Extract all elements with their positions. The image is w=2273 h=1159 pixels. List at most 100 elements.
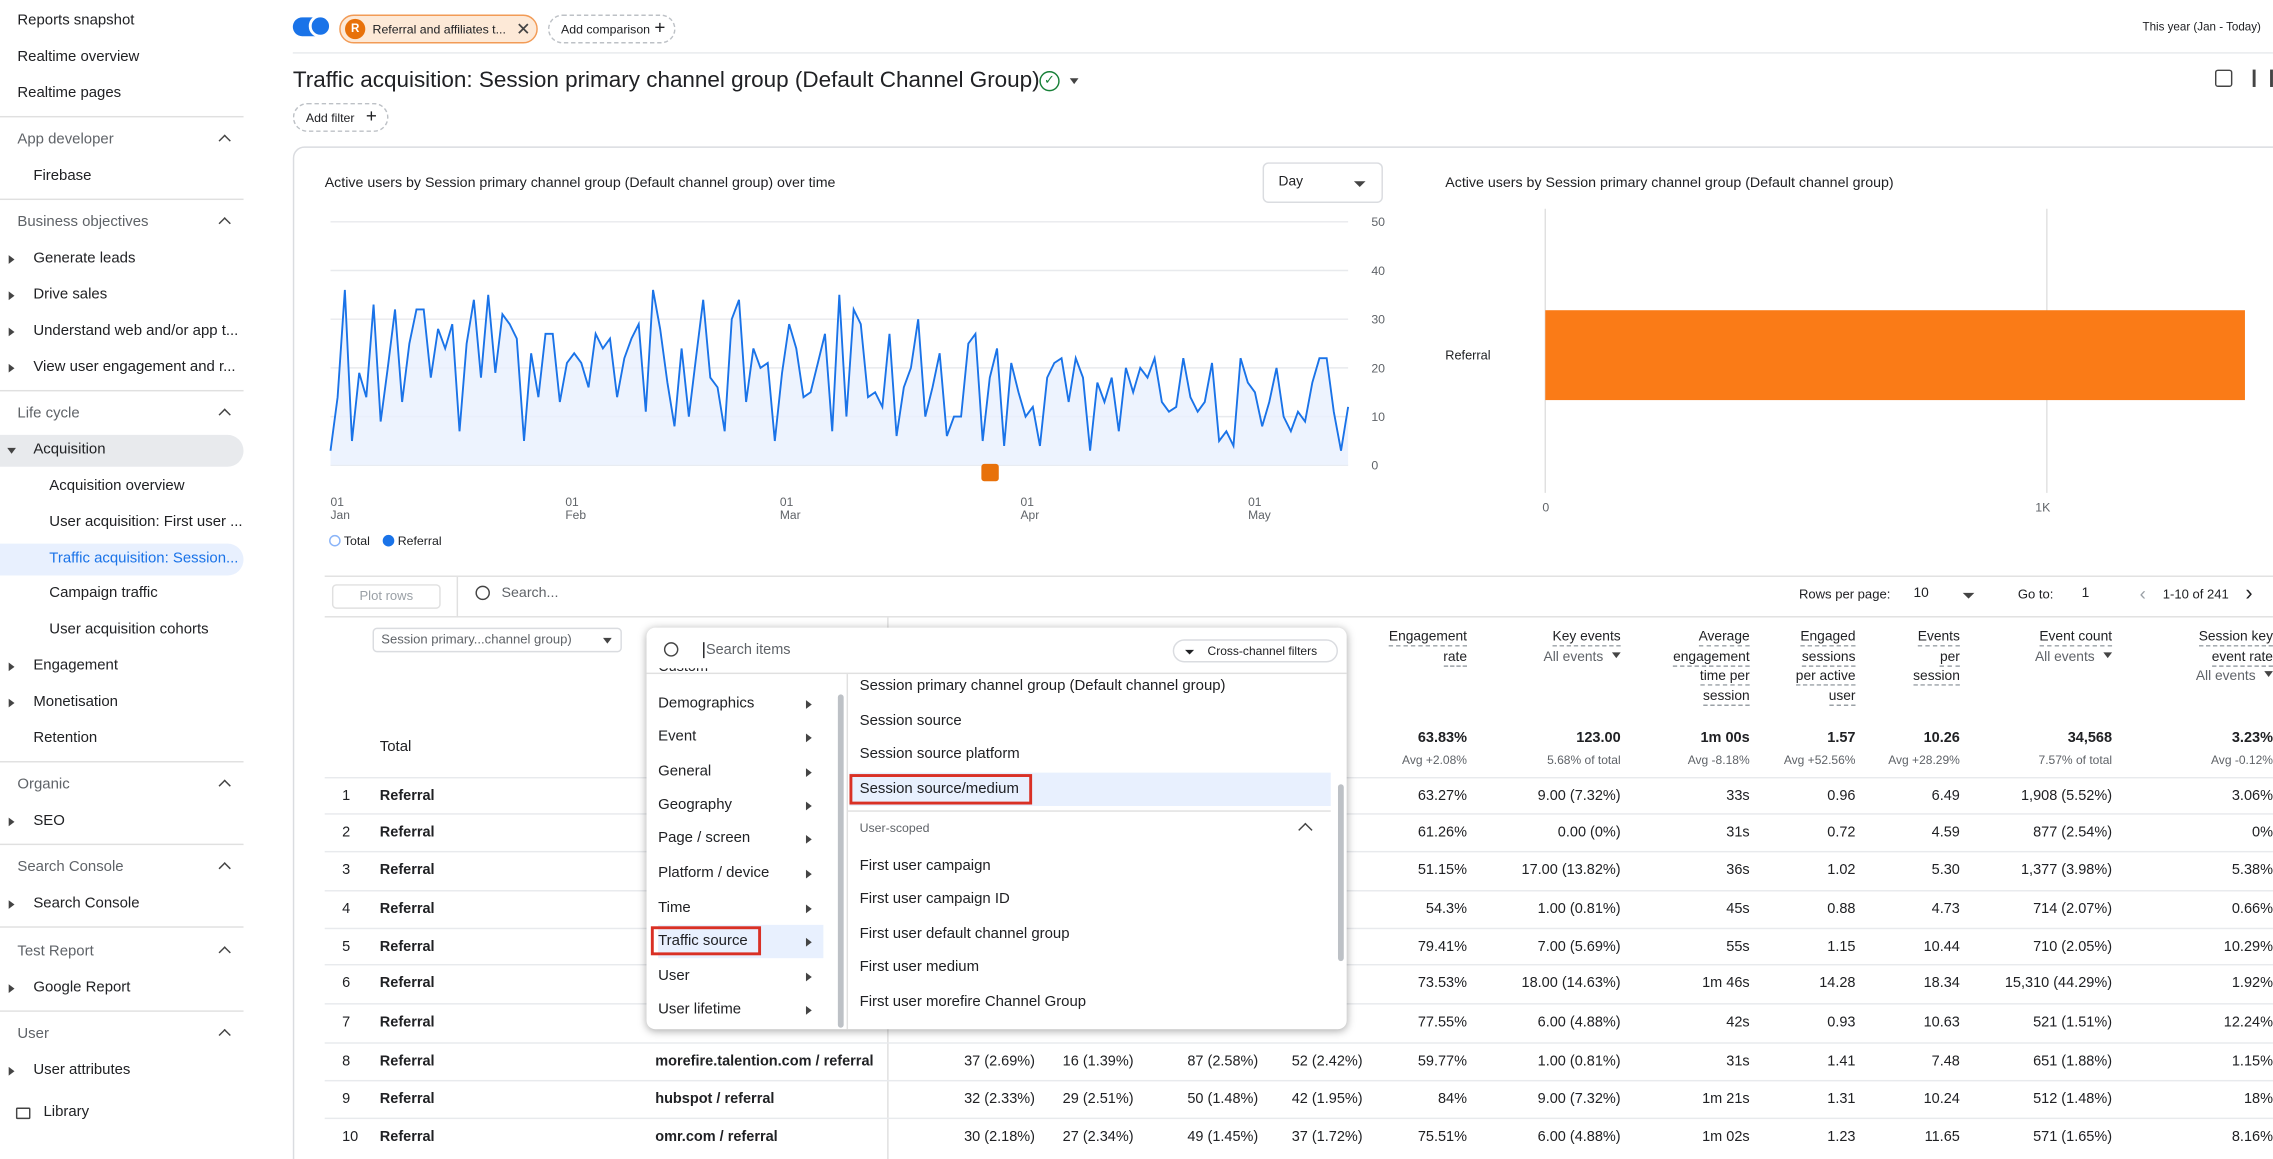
column-header-line: user [1696, 686, 1856, 706]
compare-icon[interactable] [2252, 69, 2273, 87]
nav-realtime-pages[interactable]: Realtime pages [0, 78, 244, 110]
nav-user-acquisition-cohorts[interactable]: User acquisition cohorts [0, 615, 244, 647]
category-item[interactable]: Event [658, 720, 823, 753]
nav-retention[interactable]: Retention [0, 723, 244, 755]
chevron-right-icon [805, 904, 812, 914]
category-item[interactable]: Time [658, 892, 823, 925]
add-filter-button[interactable]: Add filter + [292, 102, 389, 132]
dimension-option[interactable]: First user morefire Channel Group [860, 986, 1086, 1019]
customize-report-icon[interactable] [2214, 69, 2233, 87]
row-metric: 5.30 [1931, 862, 1960, 879]
sidebar-item-label: Acquisition [33, 442, 106, 459]
section-app-developer[interactable]: App developer [0, 125, 244, 157]
category-item[interactable]: Demographics [658, 687, 823, 720]
next-page-icon[interactable]: › [2245, 583, 2252, 605]
nav-reports-snapshot[interactable]: Reports snapshot [0, 6, 244, 38]
options-scrollbar[interactable] [1337, 784, 1344, 962]
category-item[interactable]: User [658, 960, 823, 993]
column-header[interactable]: Session key event rate All events [2114, 628, 2273, 687]
dimension-select[interactable]: Session primary...channel group) [372, 627, 622, 653]
category-item[interactable]: User lifetime [658, 993, 823, 1026]
section-search-console[interactable]: Search Console [0, 852, 244, 884]
category-label: Page / screen [658, 830, 751, 847]
annotation-icon[interactable] [981, 463, 999, 482]
sidebar-item-label: Monetisation [33, 694, 118, 711]
nav-realtime-overview[interactable]: Realtime overview [0, 42, 244, 74]
column-event-filter[interactable]: All events [1953, 647, 2113, 667]
section-organic[interactable]: Organic [0, 770, 244, 802]
row-metric: 1m 21s [1702, 1091, 1750, 1108]
row-number: 9 [342, 1091, 351, 1108]
prev-page-icon[interactable]: ‹ [2140, 584, 2146, 603]
category-item[interactable]: General [658, 755, 823, 788]
nav-firebase[interactable]: Firebase [0, 161, 244, 193]
nav-view-user-engagement[interactable]: View user engagement and r... [0, 352, 244, 384]
row-metric: 512 (1.48%) [2033, 1091, 2113, 1108]
date-range[interactable]: This year (Jan - Today) [2143, 20, 2261, 33]
goto-input[interactable]: 1 [2082, 586, 2090, 602]
section-life-cycle[interactable]: Life cycle [0, 399, 244, 431]
table-row[interactable]: 8 Referral morefire.talention.com / referr… [324, 1042, 2273, 1080]
nav-understand-web-app[interactable]: Understand web and/or app t... [0, 316, 244, 348]
row-metric: 55s [1726, 939, 1750, 956]
nav-search-console[interactable]: Search Console [0, 889, 244, 921]
cross-channel-filters-button[interactable]: ⏷ Cross-channel filters [1172, 639, 1338, 663]
nav-engagement[interactable]: Engagement [0, 651, 244, 683]
nav-traffic-acquisition[interactable]: Traffic acquisition: Session... [0, 543, 244, 576]
close-icon[interactable]: ✕ [516, 16, 531, 42]
column-event-filter[interactable]: All events [2114, 667, 2273, 687]
nav-user-attributes[interactable]: User attributes [0, 1055, 244, 1087]
row-metric: 10.24 [1923, 1091, 1960, 1108]
nav-acquisition-overview[interactable]: Acquisition overview [0, 471, 244, 503]
category-item[interactable]: Geography [658, 789, 823, 822]
column-header[interactable]: Event count All events [1953, 628, 2113, 667]
nav-library[interactable]: Library [0, 1097, 244, 1129]
column-header-text: Session key [2198, 629, 2273, 647]
comparison-chip[interactable]: R Referral and affiliates t... ✕ [339, 14, 538, 44]
table-row[interactable]: 9 Referral hubspot / referral 32 (2.33%) 29 … [324, 1079, 2273, 1118]
section-test-report[interactable]: Test Report [0, 936, 244, 968]
dimension-option[interactable]: First user medium [860, 951, 979, 984]
row-metric: 6.00 (4.88%) [1537, 1129, 1621, 1146]
granularity-select[interactable]: Day [1262, 162, 1383, 203]
category-item[interactable]: Traffic source [650, 924, 824, 959]
event-filter-label: All events [2034, 648, 2095, 665]
row-metric: 9.00 (7.32%) [1537, 1091, 1621, 1108]
dimension-option[interactable]: Session primary channel group (Default c… [860, 670, 1226, 703]
dimension-option[interactable]: First user campaign ID [860, 883, 1010, 916]
table-search-input[interactable]: Search... [502, 586, 559, 602]
nav-drive-sales[interactable]: Drive sales [0, 280, 244, 312]
nav-campaign-traffic[interactable]: Campaign traffic [0, 578, 244, 610]
nav-user-acquisition[interactable]: User acquisition: First user ... [0, 507, 244, 539]
sidebar-divider [0, 1010, 244, 1012]
column-header[interactable]: Events per session [1800, 628, 1960, 687]
nav-generate-leads[interactable]: Generate leads [0, 244, 244, 276]
section-business-objectives[interactable]: Business objectives [0, 207, 244, 239]
dimension-option[interactable]: Session source platform [860, 738, 1020, 771]
nav-google-report[interactable]: Google Report [0, 973, 244, 1005]
category-scrollbar[interactable] [837, 694, 844, 1028]
row-channel: Referral [379, 1129, 435, 1146]
rows-per-page-select[interactable]: 10 [1913, 586, 1975, 602]
chevron-down-icon[interactable] [1069, 78, 1079, 85]
row-number: 2 [342, 824, 351, 841]
expand-arrow-icon [8, 900, 15, 909]
category-item[interactable]: Platform / device [658, 857, 823, 890]
sidebar-divider [0, 761, 244, 763]
legend-total[interactable]: Total [329, 533, 370, 548]
category-item[interactable]: Page / screen [658, 822, 823, 855]
dimension-option[interactable]: First user default channel group [860, 918, 1070, 951]
table-row[interactable]: 10 Referral omr.com / referral 30 (2.18%) 27… [324, 1117, 2273, 1156]
row-metric: 51.15% [1417, 862, 1467, 879]
nav-acquisition[interactable]: Acquisition [0, 434, 244, 467]
dimension-option[interactable]: First user campaign [860, 849, 991, 882]
add-comparison-button[interactable]: Add comparison + [547, 14, 676, 44]
dimension-option[interactable]: Session source [860, 705, 962, 738]
legend-referral[interactable]: Referral [382, 533, 442, 548]
nav-seo[interactable]: SEO [0, 806, 244, 838]
section-user[interactable]: User [0, 1019, 244, 1051]
search-items-input[interactable]: Search items [703, 642, 791, 659]
plot-rows-button[interactable]: Plot rows [331, 584, 441, 609]
bar-referral[interactable] [1545, 310, 2245, 401]
nav-monetisation[interactable]: Monetisation [0, 687, 244, 719]
